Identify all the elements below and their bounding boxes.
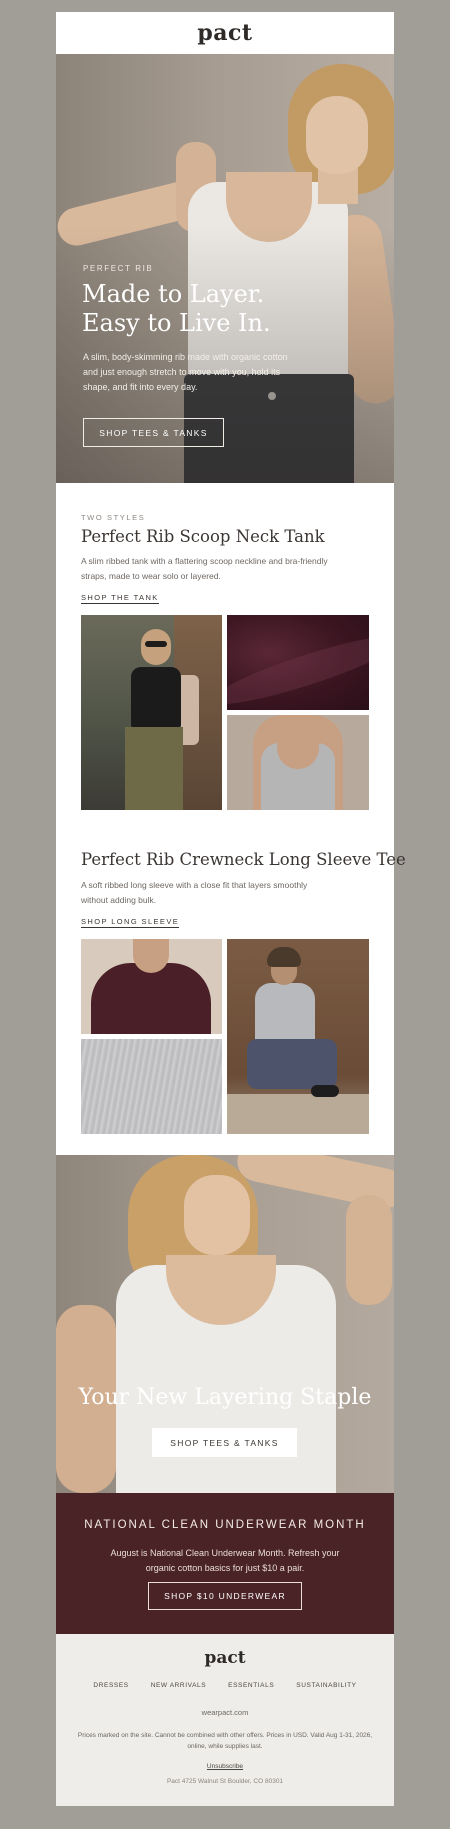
footer-legal-text: Prices marked on the site. Cannot be com…	[77, 1732, 373, 1750]
tank-grey-photo[interactable]	[227, 715, 369, 810]
email-footer: pact DRESSES NEW ARRIVALS ESSENTIALS SUS…	[56, 1634, 394, 1806]
tank-title: Perfect Rib Scoop Neck Tank	[81, 527, 325, 546]
underwear-promo: NATIONAL CLEAN UNDERWEAR MONTH August is…	[56, 1493, 394, 1634]
sleeve-title: Perfect Rib Crewneck Long Sleeve Tee	[81, 850, 406, 869]
hero-headline: Made to Layer. Easy to Live In.	[82, 280, 342, 338]
layering-banner[interactable]: Your New Layering Staple SHOP TEES & TAN…	[56, 1155, 394, 1493]
tank-description: A slim ribbed tank with a flattering sco…	[81, 556, 328, 581]
footer-address: Pact 4725 Walnut St Boulder, CO 80301	[166, 1778, 284, 1785]
tank-model-photo[interactable]	[81, 615, 222, 810]
footer-nav: DRESSES NEW ARRIVALS ESSENTIALS SUSTAINA…	[56, 1682, 394, 1689]
shop-tees-tanks-button[interactable]: SHOP TEES & TANKS	[83, 418, 224, 447]
photo-black-tank	[131, 667, 181, 729]
promo-text: August is National Clean Underwear Month…	[110, 1548, 340, 1573]
hero-headline-line2: Easy to Live In.	[82, 309, 271, 337]
photo-hair	[267, 947, 301, 967]
photo-burgundy-tee	[91, 963, 211, 1034]
layering-headline: Your New Layering Staple	[78, 1385, 372, 1410]
sleeve-section: Perfect Rib Crewneck Long Sleeve Tee A s…	[56, 832, 406, 1155]
photo-grey-tee	[255, 983, 315, 1047]
footer-nav-dresses[interactable]: DRESSES	[93, 1682, 128, 1689]
footer-nav-new-arrivals[interactable]: NEW ARRIVALS	[151, 1682, 206, 1689]
tank-section: TWO STYLES Perfect Rib Scoop Neck Tank A…	[56, 483, 394, 832]
photo-sunglasses	[145, 641, 167, 647]
hero-eyebrow: PERFECT RIB	[83, 264, 154, 273]
footer-nav-sustainability[interactable]: SUSTAINABILITY	[296, 1682, 356, 1689]
photo-jeans	[247, 1039, 337, 1089]
sleeve-model-photo[interactable]	[227, 939, 369, 1134]
footer-unsubscribe: Unsubscribe	[56, 1763, 394, 1770]
shop-tees-tanks-button-2[interactable]: SHOP TEES & TANKS	[152, 1428, 297, 1457]
photo-fabric-fold	[227, 624, 369, 710]
tank-fabric-photo[interactable]	[227, 615, 369, 710]
hero-banner[interactable]: PERFECT RIB Made to Layer. Easy to Live …	[56, 54, 394, 483]
photo-floor	[227, 1094, 369, 1134]
footer-nav-essentials[interactable]: ESSENTIALS	[228, 1682, 274, 1689]
pact-logo[interactable]: pact	[197, 20, 252, 46]
photo-shoe	[311, 1085, 339, 1097]
footer-logo[interactable]: pact	[56, 1648, 394, 1668]
sleeve-description: A soft ribbed long sleeve with a close f…	[81, 880, 308, 905]
promo-title: NATIONAL CLEAN UNDERWEAR MONTH	[84, 1519, 366, 1531]
tank-eyebrow: TWO STYLES	[81, 513, 146, 522]
shop-underwear-button[interactable]: SHOP $10 UNDERWEAR	[148, 1582, 302, 1610]
email-container: pact PERFECT RIB Made to Layer. Easy to …	[56, 12, 406, 1806]
banner-photo-face	[184, 1175, 250, 1255]
sleeve-fabric-photo[interactable]	[81, 1039, 222, 1134]
sleeve-closeup-photo[interactable]	[81, 939, 222, 1034]
shop-the-tank-link[interactable]: SHOP THE TANK	[81, 593, 159, 604]
email-header: pact	[56, 12, 394, 54]
photo-head	[141, 629, 171, 665]
banner-photo-arm-lower	[346, 1195, 392, 1305]
footer-site-link[interactable]: wearpact.com	[56, 1708, 394, 1717]
hero-headline-line1: Made to Layer.	[82, 280, 265, 308]
hero-description: A slim, body-skimming rib made with orga…	[83, 352, 288, 392]
shop-long-sleeve-link[interactable]: SHOP LONG SLEEVE	[81, 917, 180, 928]
unsubscribe-link[interactable]: Unsubscribe	[207, 1763, 243, 1770]
photo-pants	[125, 727, 183, 810]
